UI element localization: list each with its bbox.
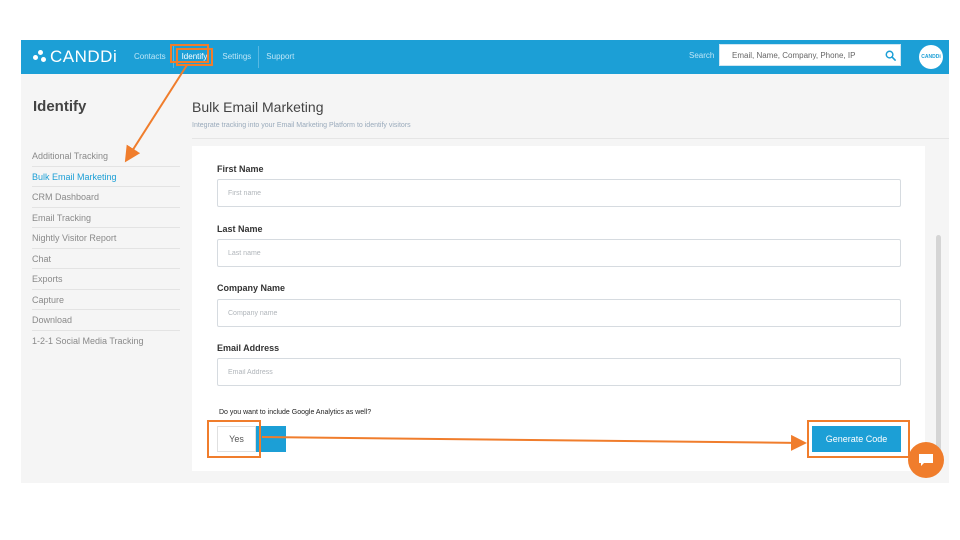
arrow-to-sidebar (124, 64, 188, 163)
chat-icon (919, 454, 933, 466)
chat-button[interactable] (908, 442, 944, 478)
annotation-arrows (124, 64, 807, 451)
arrow-to-generate (261, 434, 807, 451)
